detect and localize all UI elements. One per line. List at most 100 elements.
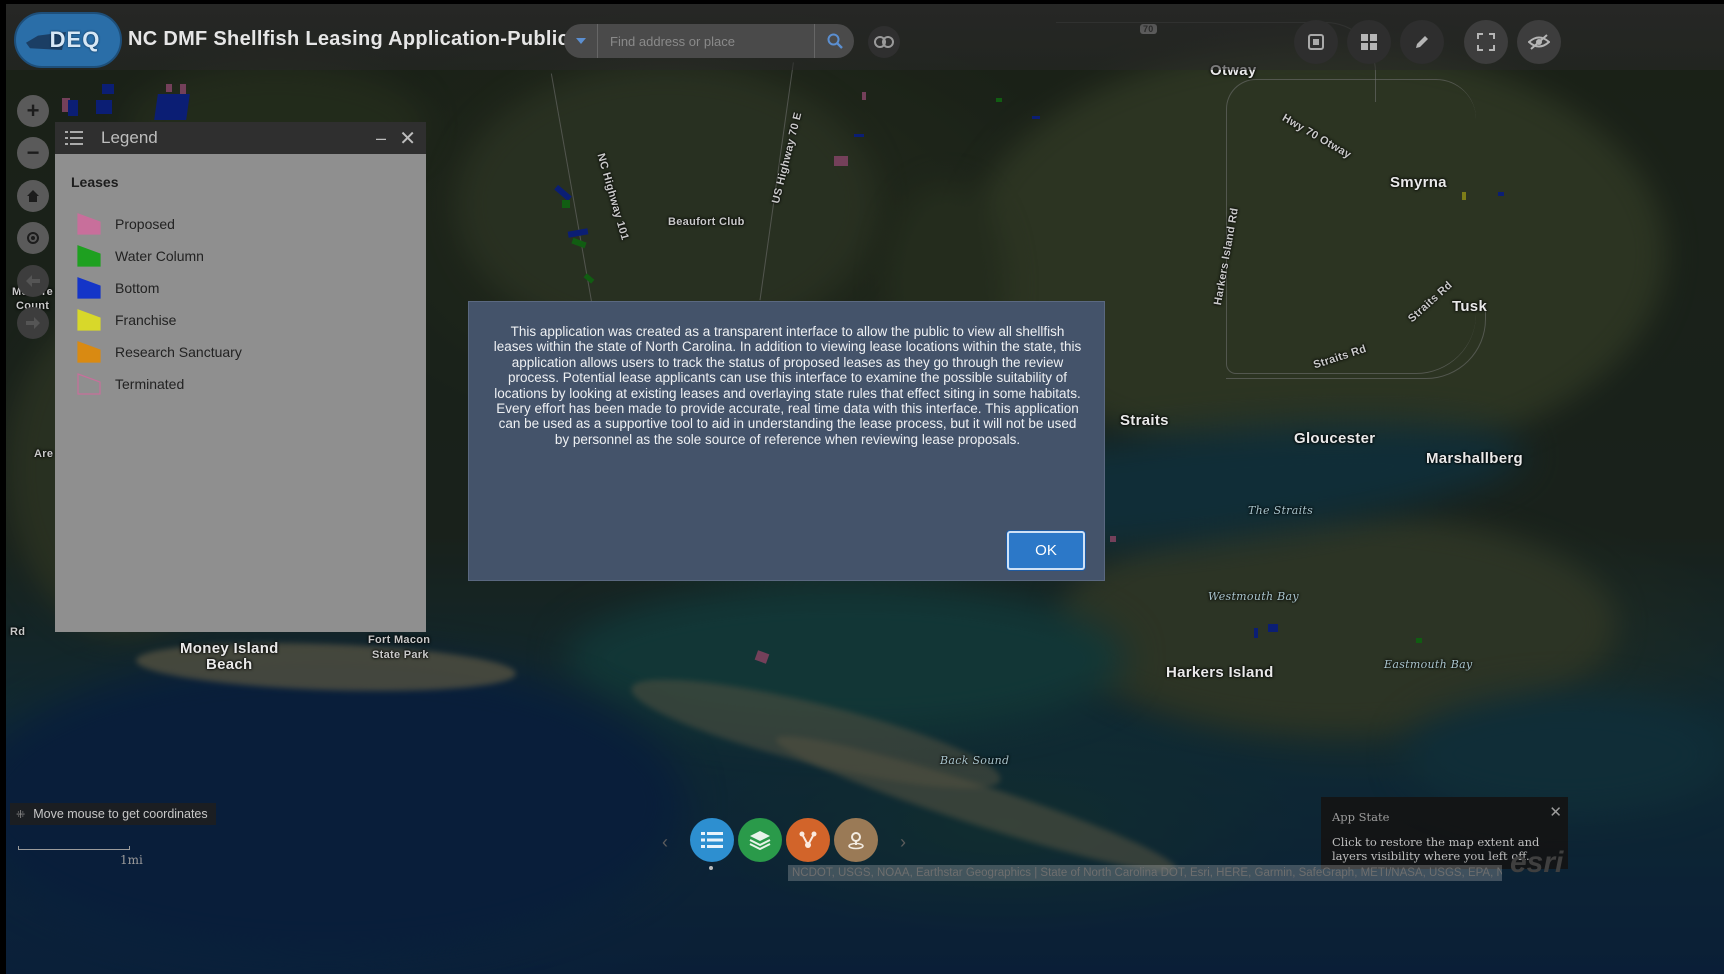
legend-item-label: Water Column bbox=[115, 248, 204, 264]
map-label-fort-macon: Fort Macon bbox=[368, 634, 431, 646]
share-dock-button[interactable] bbox=[786, 818, 830, 862]
map-label-the-straits: The Straits bbox=[1248, 504, 1314, 517]
search-input[interactable] bbox=[598, 24, 814, 58]
legend-item: Research Sanctuary bbox=[71, 336, 410, 368]
app-title: NC DMF Shellfish Leasing Application-Pub… bbox=[128, 28, 570, 50]
legend-swatch-icon bbox=[77, 213, 101, 235]
home-icon bbox=[27, 190, 39, 202]
ok-button[interactable]: OK bbox=[1007, 531, 1085, 570]
link-icon bbox=[874, 36, 894, 48]
dialog-message: This application was created as a transp… bbox=[493, 324, 1082, 447]
map-attribution[interactable]: NCDOT, USGS, NOAA, Earthstar Geographics… bbox=[788, 865, 1502, 881]
dock-next-button[interactable]: › bbox=[900, 832, 906, 853]
fullscreen-icon bbox=[1477, 33, 1495, 51]
zoom-in-button[interactable]: + bbox=[17, 95, 49, 127]
geolocate-dock-button[interactable] bbox=[834, 818, 878, 862]
legend-layer-title: Leases bbox=[71, 174, 119, 190]
map-pin-icon bbox=[848, 832, 864, 850]
legend-item-label: Research Sanctuary bbox=[115, 344, 242, 360]
arrow-right-icon bbox=[26, 317, 40, 329]
list-icon bbox=[65, 131, 83, 145]
map-label-smyrna: Smyrna bbox=[1390, 174, 1447, 191]
legend-item: Franchise bbox=[71, 304, 410, 336]
legend-item: Water Column bbox=[71, 240, 410, 272]
legend-item-label: Terminated bbox=[115, 376, 185, 392]
map-label-eastmouth-bay: Eastmouth Bay bbox=[1384, 658, 1473, 671]
dock-page-indicator bbox=[709, 866, 713, 870]
coordinate-text: Move mouse to get coordinates bbox=[33, 807, 208, 821]
close-icon[interactable]: ✕ bbox=[1549, 803, 1562, 821]
search-source-dropdown[interactable] bbox=[564, 24, 598, 58]
legend-item-label: Proposed bbox=[115, 216, 175, 232]
minimize-button[interactable]: – bbox=[376, 128, 386, 149]
map-label-straits: Straits bbox=[1120, 412, 1169, 429]
minus-icon: − bbox=[26, 140, 40, 165]
legend-swatch-icon bbox=[77, 245, 101, 267]
scale-label: 1mi bbox=[120, 853, 143, 867]
map-label-marshallberg: Marshallberg bbox=[1426, 450, 1523, 467]
fullscreen-button[interactable] bbox=[1464, 20, 1508, 64]
print-button[interactable] bbox=[1294, 20, 1338, 64]
grid-icon bbox=[1361, 34, 1377, 50]
legend-title: Legend bbox=[101, 128, 158, 147]
close-icon[interactable]: ✕ bbox=[399, 126, 416, 151]
home-button[interactable] bbox=[17, 180, 49, 212]
map-label-back-sound: Back Sound bbox=[940, 754, 1010, 767]
layer-list-dock-button[interactable] bbox=[738, 818, 782, 862]
legend-swatch-icon bbox=[77, 309, 101, 331]
pencil-icon bbox=[1416, 36, 1428, 48]
search-button[interactable] bbox=[814, 24, 854, 58]
print-icon bbox=[1308, 34, 1324, 50]
layers-icon bbox=[749, 831, 771, 850]
map-label-westmouth-bay: Westmouth Bay bbox=[1208, 590, 1299, 603]
legend-swatch-icon bbox=[77, 277, 101, 299]
previous-extent-button[interactable] bbox=[17, 265, 49, 297]
legend-swatch-icon bbox=[77, 341, 101, 363]
dock-prev-button[interactable]: ‹ bbox=[662, 832, 668, 853]
legend-item: Proposed bbox=[71, 208, 410, 240]
locate-button[interactable] bbox=[17, 222, 49, 254]
arrow-left-icon bbox=[26, 275, 40, 287]
map-label-beaufort-club: Beaufort Club bbox=[668, 216, 745, 228]
next-extent-button[interactable] bbox=[17, 307, 49, 339]
legend-item-label: Franchise bbox=[115, 312, 177, 328]
share-link-button[interactable] bbox=[868, 26, 900, 58]
logo-text: DEQ bbox=[49, 27, 101, 52]
legend-panel: Legend – ✕ Leases Proposed Water Column Bo… bbox=[55, 122, 426, 632]
scale-bar: 1mi bbox=[18, 846, 143, 867]
list-icon bbox=[701, 832, 723, 848]
map-label-gloucester: Gloucester bbox=[1294, 430, 1376, 447]
legend-item: Bottom bbox=[71, 272, 410, 304]
legend-item: Terminated bbox=[71, 368, 410, 400]
deq-logo: DEQ bbox=[14, 12, 122, 68]
share-icon bbox=[799, 831, 817, 848]
basemap-gallery-button[interactable] bbox=[1347, 20, 1391, 64]
map-label-edge-rd: Rd bbox=[10, 626, 26, 638]
chevron-down-icon bbox=[575, 38, 586, 44]
locate-icon bbox=[27, 232, 39, 244]
legend-item-label: Bottom bbox=[115, 280, 160, 296]
legend-header: Legend – ✕ bbox=[55, 122, 426, 154]
crosshair-icon: ⁜ bbox=[16, 808, 26, 821]
app-state-title: App State bbox=[1332, 810, 1390, 824]
map-label-tusk: Tusk bbox=[1452, 298, 1488, 315]
eye-off-icon bbox=[1528, 34, 1550, 50]
splash-dialog: This application was created as a transp… bbox=[468, 301, 1105, 581]
map-label-fort-macon-park: State Park bbox=[372, 649, 429, 661]
map-label-edge-are: Are bbox=[34, 448, 54, 460]
map-label-money-island: Money Island bbox=[180, 640, 279, 657]
legend-body: Leases Proposed Water Column Bottom Franchi… bbox=[55, 154, 426, 420]
coordinate-widget[interactable]: ⁜ Move mouse to get coordinates bbox=[10, 803, 216, 825]
plus-icon: + bbox=[26, 98, 40, 123]
map-label-harkers-island: Harkers Island bbox=[1166, 664, 1274, 681]
zoom-out-button[interactable]: − bbox=[17, 137, 49, 169]
hide-ui-button[interactable] bbox=[1517, 20, 1561, 64]
esri-logo: esri bbox=[1510, 846, 1564, 879]
map-label-money-island-beach: Beach bbox=[206, 656, 253, 673]
draw-button[interactable] bbox=[1400, 20, 1444, 64]
search-icon bbox=[827, 33, 843, 49]
search-widget bbox=[564, 24, 854, 58]
legend-swatch-icon bbox=[77, 373, 101, 395]
app-header: DEQ NC DMF Shellfish Leasing Application… bbox=[6, 4, 1724, 70]
legend-dock-button[interactable] bbox=[690, 818, 734, 862]
